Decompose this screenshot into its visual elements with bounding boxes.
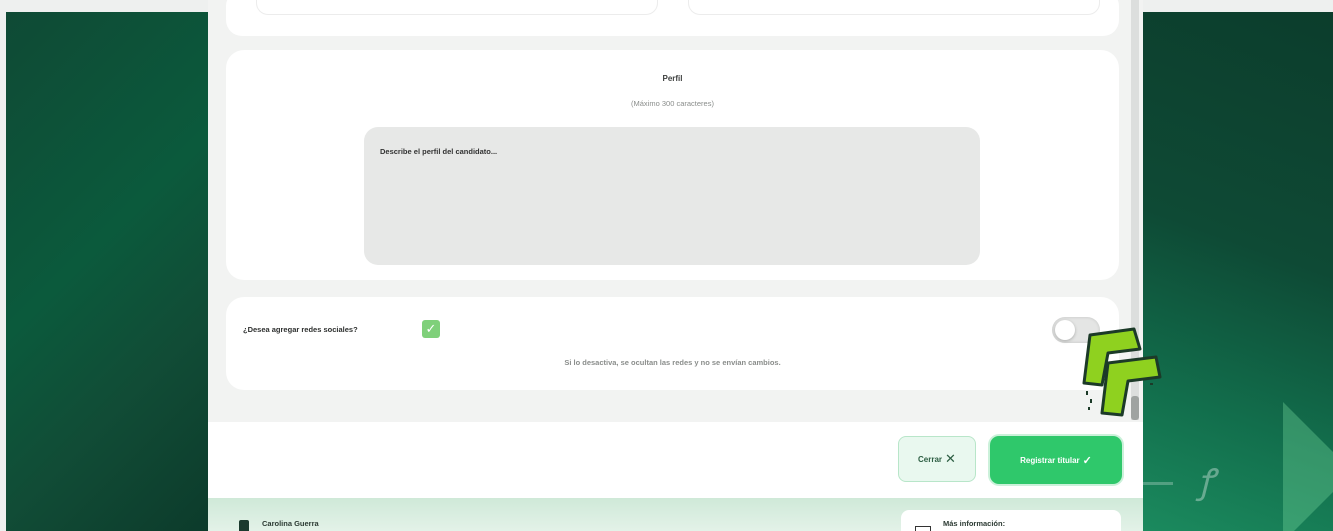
social-networks-card: ¿Desea agregar redes sociales? ✓ Si lo d… — [226, 297, 1119, 390]
form-footer: Cerrar ✕ Registrar titular ✓ — [208, 422, 1143, 498]
user-name: Carolina Guerra — [262, 519, 319, 528]
close-icon: ✕ — [945, 451, 956, 466]
play-shape-decoration — [1283, 402, 1333, 531]
profile-card: Perfil (Máximo 300 caracteres) — [226, 50, 1119, 280]
info-box-icon — [915, 526, 931, 531]
more-info-label: Más información: — [943, 519, 1006, 528]
input-field-left[interactable] — [256, 0, 658, 15]
register-button-label: Registrar titular — [1020, 455, 1080, 465]
bottom-info-band: Carolina Guerra Más información: — [208, 498, 1143, 531]
brand-logo-icon — [1082, 327, 1162, 417]
input-field-right[interactable] — [688, 0, 1100, 15]
profile-textarea[interactable] — [364, 127, 980, 265]
watermark-line — [1143, 482, 1173, 485]
profile-char-limit-hint: (Máximo 300 caracteres) — [631, 99, 714, 108]
close-button-label: Cerrar — [918, 454, 943, 464]
background-left — [6, 12, 208, 531]
profile-title: Perfil — [662, 74, 683, 83]
social-question-label: ¿Desea agregar redes sociales? — [243, 325, 358, 334]
check-icon: ✓ — [425, 321, 437, 336]
previous-fields-card — [226, 0, 1119, 36]
watermark-glyph: ꝭ — [1198, 462, 1215, 502]
close-button[interactable]: Cerrar ✕ — [898, 436, 976, 482]
social-checkbox[interactable]: ✓ — [422, 320, 440, 338]
user-icon — [239, 520, 249, 531]
background-right: ꝭ — [1143, 12, 1333, 531]
social-note: Si lo desactiva, se ocultan las redes y … — [564, 358, 781, 367]
more-info-box[interactable]: Más información: — [901, 510, 1121, 531]
form-panel: Perfil (Máximo 300 caracteres) ¿Desea ag… — [208, 0, 1143, 531]
checkmark-icon: ✓ — [1082, 454, 1092, 467]
register-holder-button[interactable]: Registrar titular ✓ — [990, 436, 1122, 484]
